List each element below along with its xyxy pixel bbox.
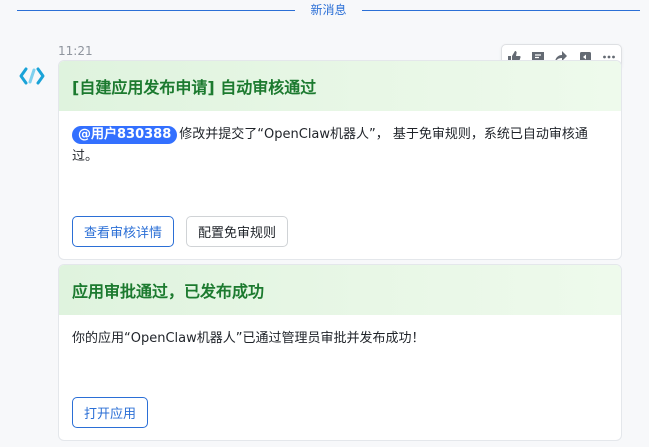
configure-exemption-rules-button[interactable]: 配置免审规则 xyxy=(186,216,289,247)
divider-line-left xyxy=(17,10,295,11)
view-review-details-button[interactable]: 查看审核详情 xyxy=(72,216,175,247)
card-title: [自建应用发布申请] 自动审核通过 xyxy=(59,61,621,111)
user-mention[interactable]: @用户830388 xyxy=(72,126,178,144)
publish-success-card: 应用审批通过，已发布成功 你的应用“OpenClaw机器人”已通过管理员审批并发… xyxy=(58,264,622,441)
card-content: @用户830388 修改并提交了“OpenClaw机器人”， 基于免审规则，系统已… xyxy=(59,111,621,168)
card-actions: 打开应用 xyxy=(72,397,149,428)
card-actions: 查看审核详情 配置免审规则 xyxy=(72,216,289,247)
auto-review-card: [自建应用发布申请] 自动审核通过 @用户830388 修改并提交了“OpenCl… xyxy=(58,60,622,260)
divider-line-right xyxy=(362,10,640,11)
card-title: 应用审批通过，已发布成功 xyxy=(59,265,621,315)
card-text: 你的应用“OpenClaw机器人”已通过管理员审批并发布成功！ xyxy=(72,331,425,346)
card-content: 你的应用“OpenClaw机器人”已通过管理员审批并发布成功！ xyxy=(59,315,621,350)
bot-avatar-icon[interactable] xyxy=(19,65,45,87)
new-messages-label: 新消息 xyxy=(310,3,347,17)
new-messages-divider: 新消息 xyxy=(17,2,640,18)
message-timestamp: 11:21 xyxy=(58,44,93,58)
open-app-button[interactable]: 打开应用 xyxy=(72,397,149,428)
